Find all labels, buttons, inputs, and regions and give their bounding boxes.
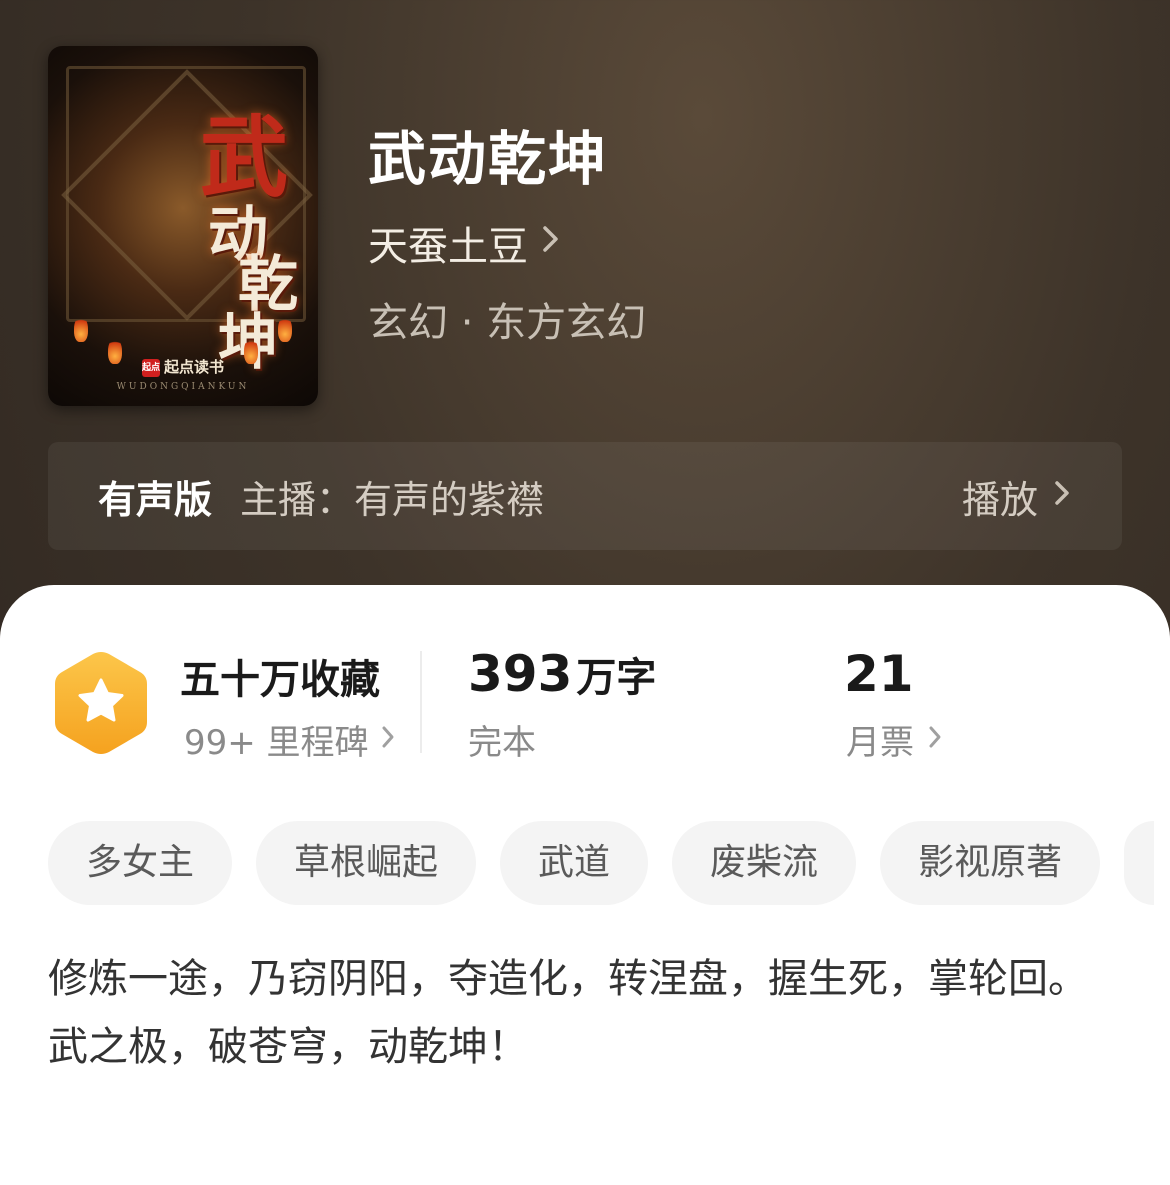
- tag-chip[interactable]: 草根崛起: [256, 821, 477, 905]
- audiobook-anchor: 主播：有声的紫襟: [240, 477, 545, 522]
- tag-chip[interactable]: 武道: [500, 821, 649, 905]
- milestone-link[interactable]: 99+ 里程碑: [184, 715, 395, 764]
- intro-paragraph: 修炼一途，乃窃阴阳，夺造化，转涅盘，握生死，掌轮回。: [48, 956, 1088, 1002]
- tag-chip[interactable]: 多女主: [48, 821, 233, 905]
- chevron-right-icon: [928, 722, 942, 757]
- author-name: 天蚕土豆: [368, 224, 528, 270]
- play-button[interactable]: 播放: [962, 442, 1070, 550]
- fire-icon: [278, 316, 292, 342]
- tag-chip[interactable]: 废柴流: [672, 821, 857, 905]
- book-header: 武 动 乾 坤 起点起点读书 WUDONGQIANKUN 武动乾坤 天蚕土豆 玄…: [0, 0, 1170, 620]
- publisher-name: 起点读书: [163, 358, 224, 376]
- tag-list: 多女主 草根崛起 武道 废柴流 影视原著: [48, 821, 1170, 905]
- book-intro[interactable]: 修炼一途，乃窃阴阳，夺造化，转涅盘，握生死，掌轮回。 武之极，破苍穹，动乾坤！: [48, 945, 1128, 1081]
- monthly-votes-label: 月票: [846, 723, 914, 763]
- author-link[interactable]: 天蚕土豆: [368, 214, 560, 272]
- cover-char-1: 武: [200, 105, 288, 209]
- play-label: 播放: [961, 477, 1038, 522]
- word-count-unit: 万字: [576, 655, 657, 701]
- audiobook-label: 有声版: [98, 477, 213, 522]
- audiobook-bar[interactable]: 有声版 主播：有声的紫襟 播放: [48, 442, 1122, 550]
- cover-publisher: 起点 起点读书: [48, 356, 318, 377]
- cover-char-3: 乾: [238, 250, 298, 320]
- monthly-votes-count: 21: [844, 645, 914, 703]
- stats-divider: [420, 651, 422, 753]
- word-count-value: 393: [468, 645, 573, 703]
- word-count: 393 万字: [468, 645, 656, 703]
- cover-pinyin: WUDONGQIANKUN: [116, 382, 250, 392]
- tag-chip[interactable]: 影视原著: [880, 821, 1101, 905]
- star-hexagon-icon: [52, 649, 150, 757]
- chevron-right-icon: [1054, 477, 1070, 515]
- book-cover[interactable]: 武 动 乾 坤 起点起点读书 WUDONGQIANKUN: [48, 46, 318, 406]
- chevron-right-icon: [381, 722, 395, 757]
- book-detail-sheet: 五十万收藏 99+ 里程碑 393 万字 完本 21 月票 多女主 草根崛起 武道 废柴…: [0, 585, 1170, 1185]
- publisher-logo: 起点: [141, 358, 160, 377]
- completion-status: 完本: [468, 723, 536, 763]
- fire-icon: [74, 316, 88, 342]
- collection-count: 五十万收藏: [180, 657, 380, 703]
- intro-paragraph: 武之极，破苍穹，动乾坤！: [48, 1024, 528, 1070]
- milestone-label: 99+ 里程碑: [184, 723, 369, 763]
- book-genre: 玄幻 · 东方玄幻: [368, 300, 647, 346]
- chevron-right-icon: [542, 223, 560, 263]
- book-title: 武动乾坤: [368, 125, 609, 193]
- monthly-votes-link[interactable]: 月票: [846, 715, 942, 764]
- tag-chip-overflow[interactable]: [1124, 821, 1155, 905]
